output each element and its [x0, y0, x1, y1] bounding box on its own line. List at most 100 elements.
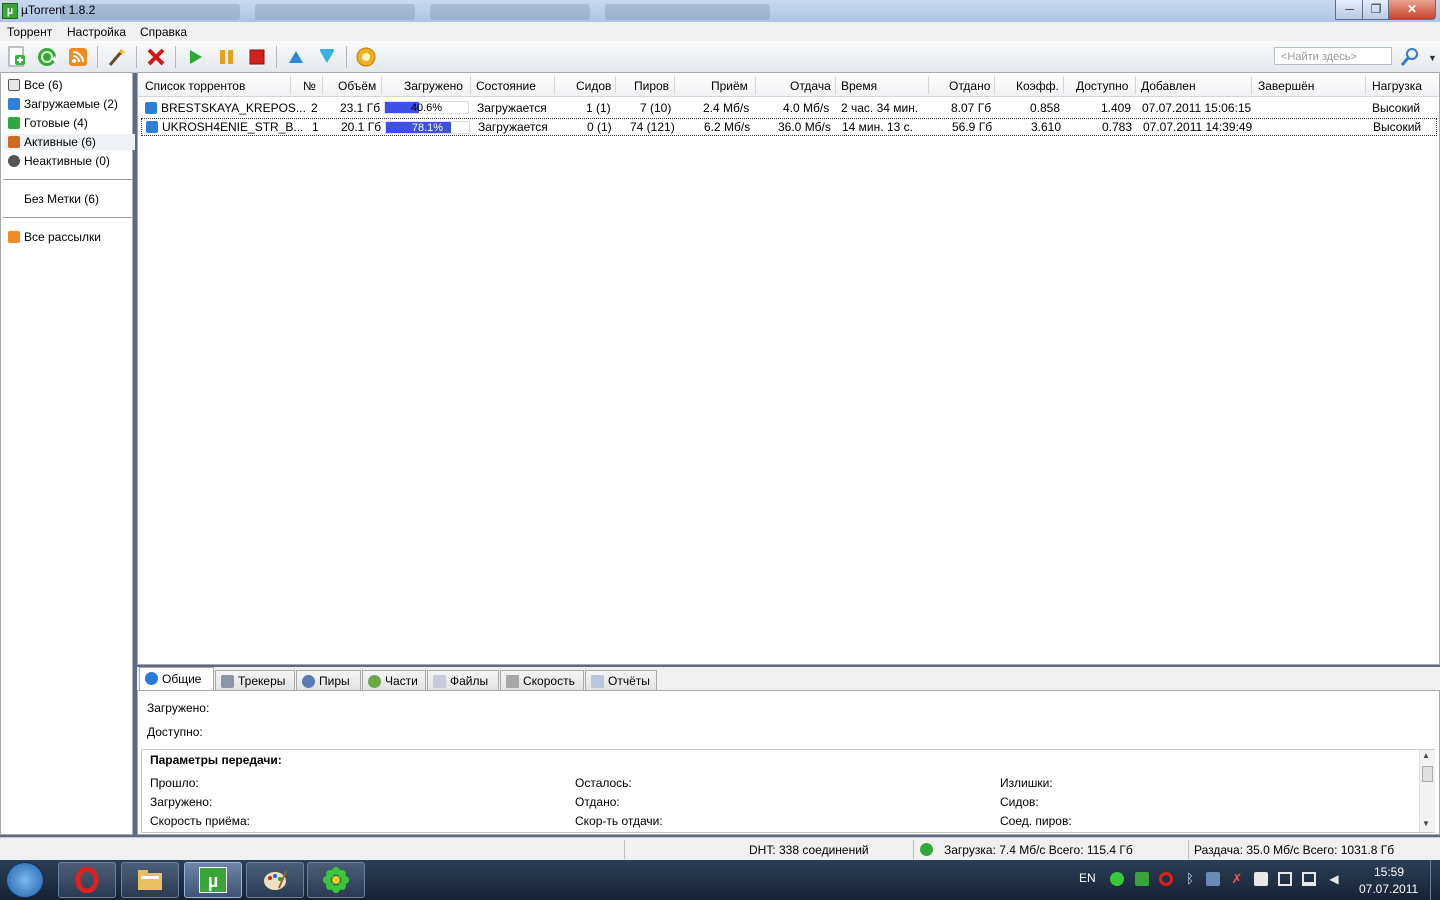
torrent-uploaded: 8.07 Гб	[951, 101, 992, 115]
torrent-ratio: 0.858	[1030, 101, 1061, 115]
start-button[interactable]	[6, 862, 44, 898]
move-down-icon[interactable]	[315, 45, 339, 69]
col-name[interactable]: Список торрентов	[145, 79, 245, 93]
sidebar-item-inactive[interactable]: Неактивные (0)	[8, 153, 110, 169]
status-bar: DHT: 338 соединений Загрузка: 7.4 Мб/с В…	[0, 837, 1440, 861]
sidebar-item-completed[interactable]: Готовые (4)	[8, 115, 88, 131]
utorrent-icon[interactable]: µ	[184, 862, 242, 898]
downloaded-field-label: Загружено:	[150, 795, 213, 809]
col-size[interactable]: Объём	[338, 79, 376, 93]
stop-icon[interactable]	[245, 45, 269, 69]
minimize-button[interactable]: ─	[1335, 0, 1364, 20]
tab-trackers[interactable]: Трекеры	[215, 670, 295, 690]
network-icon[interactable]	[1302, 872, 1316, 886]
col-ratio[interactable]: Коэфф.	[1016, 79, 1059, 93]
table-row[interactable]: BRESTSKAYA_KREPOS... 2 23.1 Гб 40.6% Заг…	[141, 99, 1437, 117]
torrent-status: Загружается	[477, 101, 547, 115]
seeds-label: Сидов:	[1000, 795, 1039, 809]
pause-icon[interactable]	[214, 45, 238, 69]
wasted-label: Излишки:	[1000, 776, 1053, 790]
tab-label: Трекеры	[238, 674, 286, 688]
sidebar-item-downloading[interactable]: Загружаемые (2)	[8, 96, 118, 112]
col-availability[interactable]: Доступно	[1076, 79, 1128, 93]
trackers-icon	[221, 675, 234, 688]
col-done[interactable]: Загружено	[404, 79, 463, 93]
safely-remove-icon[interactable]	[1278, 872, 1292, 886]
col-eta[interactable]: Время	[841, 79, 877, 93]
bluetooth-icon[interactable]: ᛒ	[1183, 872, 1197, 886]
window-title: µTorrent 1.8.2	[21, 3, 96, 17]
opera-icon[interactable]	[58, 862, 116, 898]
col-uploaded[interactable]: Отдано	[949, 79, 990, 93]
tab-files[interactable]: Файлы	[427, 670, 499, 690]
menu-torrent[interactable]: Торрент	[7, 25, 52, 39]
sidebar-item-no-label[interactable]: Без Метки (6)	[24, 191, 99, 207]
col-number[interactable]: №	[303, 79, 316, 93]
col-priority[interactable]: Нагрузка	[1372, 79, 1422, 93]
torrent-added: 07.07.2011 14:39:49	[1143, 120, 1253, 134]
tab-logger[interactable]: Отчёты	[585, 670, 657, 690]
explorer-icon[interactable]	[121, 862, 179, 898]
menu-settings[interactable]: Настройка	[67, 25, 126, 39]
sidebar-item-all-feeds[interactable]: Все рассылки	[8, 229, 101, 245]
background-window-ghost	[605, 4, 770, 20]
paint-icon[interactable]	[246, 862, 304, 898]
tab-speed[interactable]: Скорость	[500, 670, 584, 690]
scroll-up-icon[interactable]: ▲	[1422, 751, 1430, 760]
sidebar-item-label: Все рассылки	[24, 230, 101, 244]
details-scrollbar[interactable]: ▲ ▼	[1419, 750, 1435, 832]
torrent-number: 2	[311, 101, 318, 115]
clock-time[interactable]: 15:59	[1374, 865, 1404, 879]
add-url-icon[interactable]	[35, 45, 59, 69]
language-indicator[interactable]: EN	[1079, 871, 1096, 885]
icq-icon[interactable]	[307, 862, 365, 898]
col-peers[interactable]: Пиров	[634, 79, 669, 93]
scroll-down-icon[interactable]: ▼	[1422, 819, 1430, 828]
show-desktop-button[interactable]	[1430, 860, 1440, 900]
sidebar-item-active[interactable]: Активные (6)	[4, 134, 135, 150]
torrent-down-speed: 2.4 Мб/s	[703, 101, 750, 115]
move-up-icon[interactable]	[284, 45, 308, 69]
search-dropdown-icon[interactable]: ▼	[1428, 53, 1437, 63]
network-disconnected-icon[interactable]: ✗	[1230, 872, 1244, 886]
tab-general[interactable]: Общие	[139, 667, 214, 691]
col-seeds[interactable]: Сидов	[576, 79, 611, 93]
opera-tray-icon[interactable]	[1159, 872, 1173, 886]
torrent-priority: Высокий	[1372, 101, 1421, 115]
utorrent-logo-icon: µ	[2, 3, 18, 19]
sidebar-item-label: Все (6)	[24, 78, 63, 92]
col-down-speed[interactable]: Приём	[711, 79, 748, 93]
tab-pieces[interactable]: Части	[362, 670, 426, 690]
search-icon[interactable]	[1398, 45, 1422, 69]
active-icon	[8, 136, 20, 148]
search-input[interactable]: <Найти здесь>	[1274, 47, 1392, 65]
start-icon[interactable]	[183, 45, 207, 69]
maximize-button[interactable]: ❐	[1362, 0, 1390, 20]
col-completed[interactable]: Завершён	[1258, 79, 1314, 93]
menu-bar: Торрент Настройка Справка	[0, 22, 1440, 42]
utorrent-tray-icon[interactable]	[1135, 872, 1149, 886]
tray-app-icon[interactable]	[1206, 872, 1220, 886]
sidebar-item-all[interactable]: Все (6)	[8, 77, 63, 93]
add-torrent-icon[interactable]	[5, 45, 29, 69]
peers-icon	[302, 675, 315, 688]
remove-icon[interactable]	[144, 45, 168, 69]
col-up-speed[interactable]: Отдача	[790, 79, 831, 93]
close-button[interactable]: ✕	[1388, 0, 1436, 20]
clock-date[interactable]: 07.07.2011	[1359, 882, 1418, 896]
col-added[interactable]: Добавлен	[1141, 79, 1196, 93]
icq-tray-icon[interactable]	[1110, 872, 1124, 886]
table-row[interactable]: UKROSH4ENIE_STR_B... 1 20.1 Гб 78.1% Заг…	[141, 118, 1437, 136]
menu-help[interactable]: Справка	[140, 25, 187, 39]
scrollbar-thumb[interactable]	[1422, 766, 1433, 782]
col-status[interactable]: Состояние	[476, 79, 536, 93]
torrent-list: Список торрентов № Объём Загружено Состо…	[137, 72, 1440, 665]
volume-icon[interactable]: ◀	[1327, 872, 1341, 886]
tab-peers[interactable]: Пиры	[296, 670, 361, 690]
background-window-ghost	[430, 4, 590, 20]
rss-icon[interactable]	[66, 45, 90, 69]
preferences-icon[interactable]	[354, 45, 378, 69]
device-icon[interactable]	[1254, 872, 1268, 886]
torrent-status: Загружается	[478, 120, 548, 134]
create-torrent-icon[interactable]	[105, 45, 129, 69]
